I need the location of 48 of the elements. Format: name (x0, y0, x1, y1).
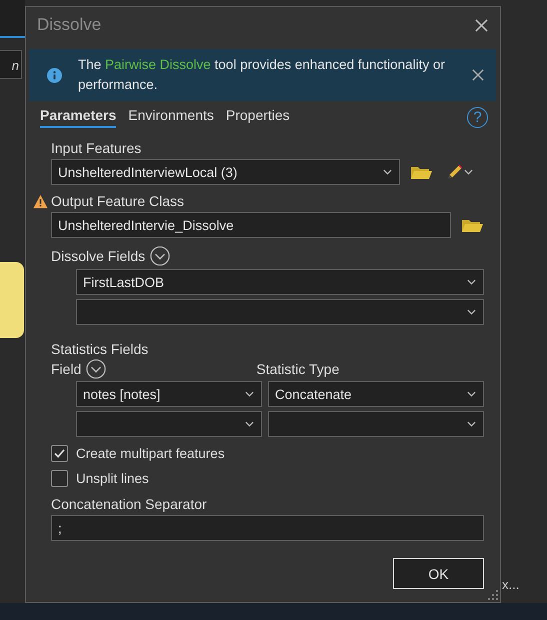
statistic-field-dropdown[interactable] (76, 411, 262, 437)
field-label: Statistics Fields (51, 341, 148, 358)
column-header: Statistic Type (256, 360, 340, 378)
window-title: Dissolve (37, 15, 102, 35)
checkbox[interactable] (51, 470, 68, 487)
expand-icon[interactable] (86, 359, 106, 379)
background-label: x... (502, 577, 520, 592)
info-icon (47, 68, 62, 82)
expand-icon[interactable] (150, 246, 170, 266)
caret-icon (467, 421, 476, 427)
checkmark-icon (54, 449, 65, 458)
statistic-type-dropdown[interactable] (268, 411, 484, 437)
field-label: Output Feature Class (51, 193, 184, 210)
field-label: Concatenation Separator (51, 496, 207, 513)
tab[interactable]: Parameters (40, 107, 116, 128)
caret-icon (245, 391, 254, 397)
ok-button[interactable]: OK (393, 558, 484, 589)
close-icon[interactable] (475, 18, 488, 32)
dissolve-field-dropdown[interactable] (76, 299, 484, 325)
folder-icon[interactable] (461, 217, 483, 233)
resize-grip-icon[interactable] (488, 590, 498, 600)
tab[interactable]: Environments (128, 107, 214, 128)
checkbox-label: Create multipart features (76, 446, 225, 461)
pencil-icon[interactable] (446, 163, 464, 181)
tool-link[interactable]: Pairwise Dissolve (105, 57, 211, 72)
statistic-type-dropdown[interactable]: Concatenate (268, 381, 484, 407)
output-feature-class-field[interactable]: UnshelteredIntervie_Dissolve (51, 212, 451, 238)
help-button[interactable]: ? (467, 107, 488, 128)
checkbox-label: Unsplit lines (76, 471, 149, 486)
column-header: Field (51, 360, 82, 378)
caret-icon (383, 169, 392, 175)
field-label: Dissolve Fields (51, 248, 146, 264)
caret-icon (467, 391, 476, 397)
caret-icon (467, 309, 476, 315)
background-field: n (0, 50, 22, 79)
tab[interactable]: Properties (226, 107, 290, 128)
banner-message: The Pairwise Dissolve tool provides enhanced functionality or performance. (78, 56, 446, 94)
dissolve-field-dropdown[interactable]: FirstLastDOB (76, 269, 484, 295)
input-features-dropdown[interactable]: UnshelteredInterviewLocal (3) (51, 159, 400, 185)
caret-icon (467, 279, 476, 285)
separator-field[interactable]: ; (51, 515, 484, 541)
caret-icon (245, 421, 254, 427)
caret-icon[interactable] (464, 169, 473, 175)
checkbox[interactable] (51, 445, 68, 462)
folder-icon[interactable] (410, 164, 432, 180)
statistic-field-dropdown[interactable]: notes [notes] (76, 381, 262, 407)
field-label: Input Features (51, 140, 142, 157)
close-icon[interactable] (472, 69, 484, 81)
